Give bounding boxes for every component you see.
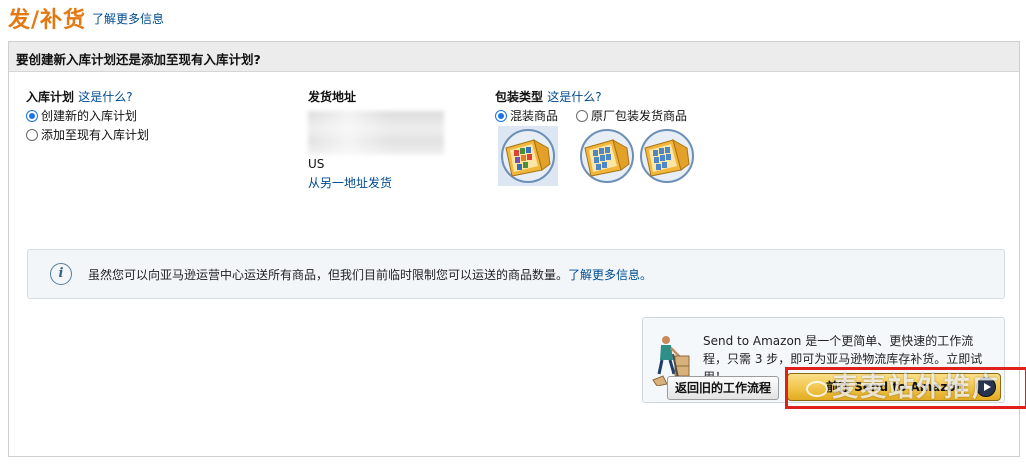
radio-label: 原厂包装发货商品 — [591, 109, 688, 123]
radio-label: 混装商品 — [510, 109, 559, 123]
notice-text: 虽然您可以向亚马逊运营中心运送所有商品，但我们目前临时限制您可以运送的商品数量。 — [88, 268, 569, 282]
inbound-plan-help-link[interactable]: 这是什么? — [78, 90, 132, 104]
inbound-plan-label: 入库计划 — [26, 90, 75, 104]
radio-mixed-items[interactable]: 混装商品 — [495, 107, 558, 124]
info-icon: i — [50, 263, 72, 285]
ship-from-section: 发货地址 US 从另一地址发货 — [308, 88, 444, 191]
radio-case-packed[interactable]: 原厂包装发货商品 — [576, 107, 687, 124]
blurred-address — [308, 111, 444, 155]
radio-label: 创建新的入库计划 — [41, 109, 138, 123]
radio-button-selected[interactable] — [495, 109, 507, 122]
ship-from-other-address-link[interactable]: 从另一地址发货 — [308, 174, 444, 191]
start-send-to-amazon-button[interactable]: 前往 Send to Amazon — [787, 373, 1001, 401]
packing-type-label: 包装类型 — [495, 90, 544, 104]
radio-button[interactable] — [26, 128, 38, 141]
panel-question: 要创建新入库计划还是添加至现有入库计划? — [9, 42, 1019, 72]
case-packed-box-icon[interactable] — [637, 126, 697, 186]
case-packed-box-icon[interactable] — [577, 126, 637, 186]
shipment-limit-notice: i 虽然您可以向亚马逊运营中心运送所有商品，但我们目前临时限制您可以运送的商品数… — [27, 249, 1005, 299]
ship-from-country: US — [308, 157, 325, 171]
inbound-plan-section: 入库计划 这是什么? 创建新的入库计划 添加至现有入库计划 — [26, 88, 149, 143]
start-send-to-amazon-label: 前往 Send to Amazon — [826, 380, 965, 394]
radio-create-new-plan[interactable]: 创建新的入库计划 — [26, 107, 149, 124]
radio-label: 添加至现有入库计划 — [41, 128, 150, 142]
ship-from-label: 发货地址 — [308, 90, 357, 104]
packing-type-section: 包装类型 这是什么? 混装商品 原厂包装发货商品 — [495, 88, 755, 188]
radio-add-to-existing-plan[interactable]: 添加至现有入库计划 — [26, 126, 149, 143]
page-title: 发/补货 — [8, 8, 87, 33]
notice-learn-more-link[interactable]: 了解更多信息。 — [568, 268, 652, 282]
mixed-items-box-icon[interactable] — [498, 126, 558, 186]
learn-more-link[interactable]: 了解更多信息 — [92, 10, 164, 27]
radio-button-selected[interactable] — [26, 109, 38, 122]
arrow-right-icon — [976, 377, 996, 397]
return-to-old-workflow-button[interactable]: 返回旧的工作流程 — [667, 376, 780, 400]
radio-button[interactable] — [576, 109, 589, 122]
packing-type-help-link[interactable]: 这是什么? — [547, 90, 601, 104]
